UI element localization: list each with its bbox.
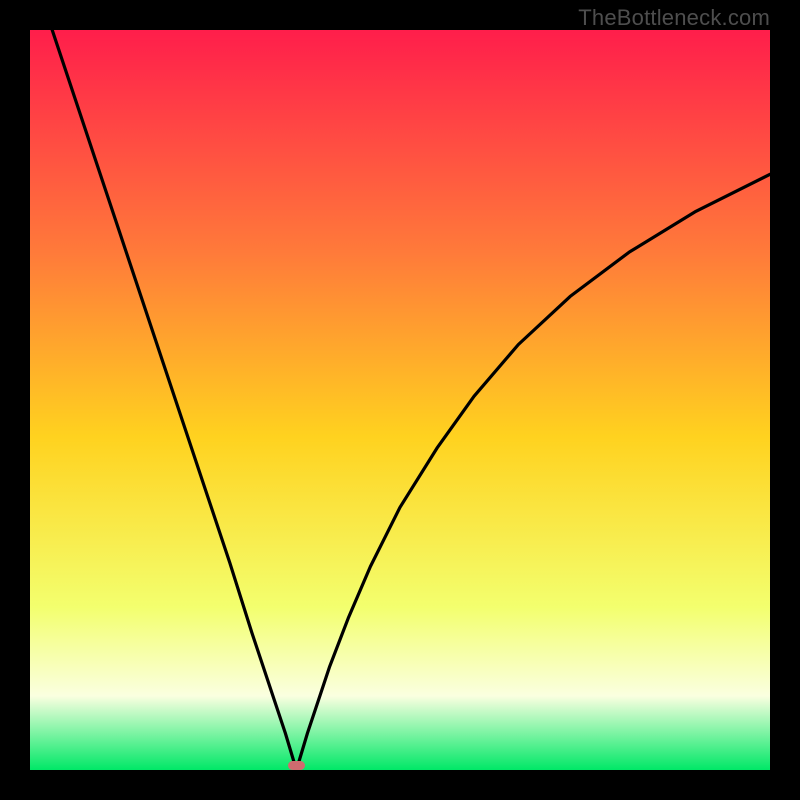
minimum-marker [288, 761, 304, 770]
plot-area [30, 30, 770, 770]
watermark-text: TheBottleneck.com [578, 5, 770, 31]
bottleneck-curve [30, 30, 770, 770]
chart-frame: TheBottleneck.com [0, 0, 800, 800]
